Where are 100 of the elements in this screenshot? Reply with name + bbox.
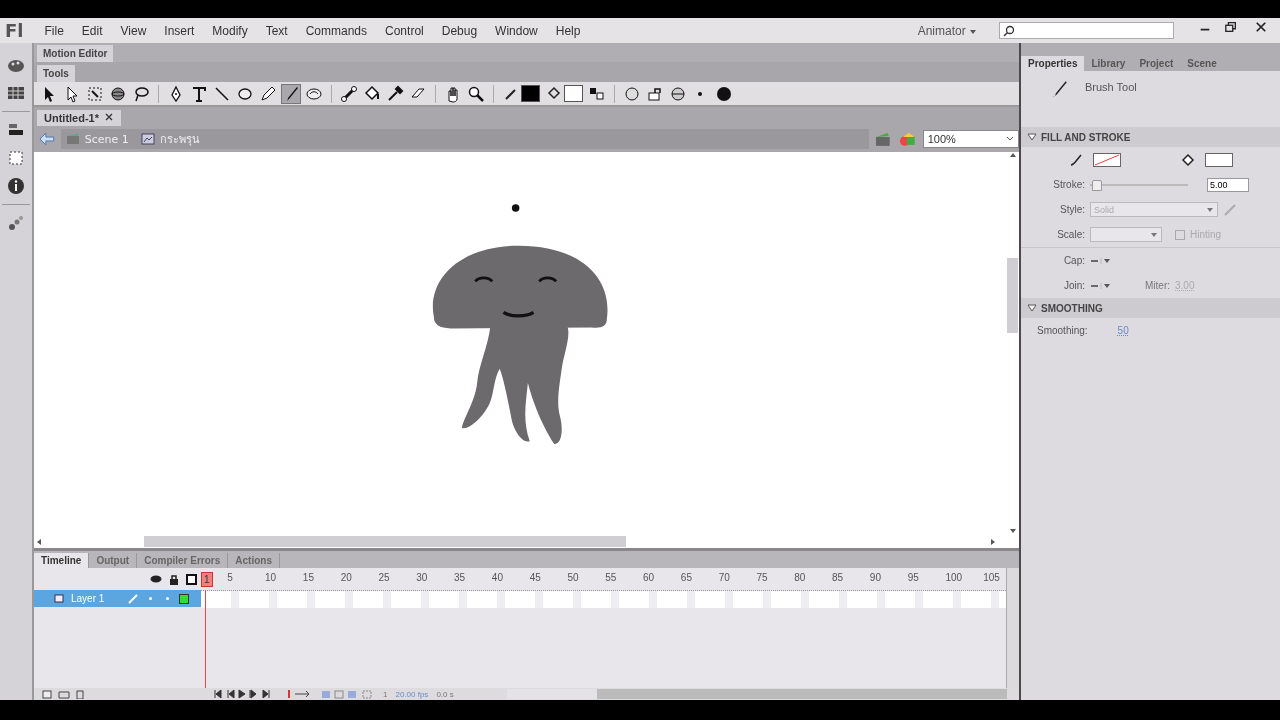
vertical-scrollbar[interactable] [1006,568,1019,688]
slider-thumb[interactable] [1091,179,1102,191]
workspace-dropdown[interactable]: Animator [917,23,977,38]
line-icon[interactable] [213,84,231,103]
pencil-icon [127,592,139,605]
panel-tab[interactable]: Tools [37,65,75,82]
panel-tab[interactable]: Scene [1180,56,1224,71]
outline-icon[interactable] [186,573,197,585]
lock-icon[interactable] [169,573,179,585]
scroll-thumb[interactable] [507,689,597,699]
back-arrow-icon[interactable] [39,132,55,146]
text-icon[interactable] [190,84,208,103]
playhead[interactable]: 1 [201,572,213,587]
brush-icon[interactable] [282,84,300,103]
new-folder-icon[interactable] [58,689,70,699]
current-frame: 1 [383,689,388,699]
scroll-down-icon[interactable] [1008,528,1017,534]
bone-icon[interactable] [340,84,358,103]
zoom-icon[interactable] [467,84,485,103]
frame-number: 100 [945,572,963,583]
color-swatch[interactable] [1093,152,1121,167]
frame-number: 25 [378,572,390,583]
horizontal-scrollbar[interactable] [507,689,1007,699]
field-label: Stroke: [1052,179,1085,190]
stroke-input[interactable]: 5.00 [1207,177,1249,192]
scene-icon [65,133,80,145]
motion-presets-icon[interactable] [6,213,26,233]
menu-item[interactable]: Help [546,23,590,38]
menu-item[interactable]: Insert [155,23,204,38]
lock-dot[interactable] [166,597,169,600]
expanded-icon [1027,133,1037,141]
brush-shape-icon[interactable] [715,84,733,103]
panel-tab[interactable]: Motion Editor [37,45,114,62]
frame-number: 75 [756,572,768,583]
eye-icon[interactable] [150,574,162,584]
frame-number: 65 [680,572,692,583]
frame-number: 45 [529,572,541,583]
frame-number: 30 [416,572,428,583]
join-dropdown[interactable] [1090,281,1112,290]
document-tab[interactable]: Untitled-1* [37,110,121,126]
hinting-checkbox[interactable] [1175,229,1185,240]
panel-tab[interactable]: Properties [1021,56,1085,71]
color-swatch[interactable] [1205,152,1233,167]
menu-item[interactable]: Commands [296,23,377,38]
new-layer-icon[interactable] [42,689,54,699]
menu-item[interactable]: Control [376,23,433,38]
layer-icon [54,593,65,604]
frame-number: 15 [302,572,314,583]
bucket-icon [1181,152,1195,167]
edit-symbols-icon[interactable] [899,131,917,147]
section-header[interactable]: FILL AND STROKE [1021,127,1280,147]
frame-number: 10 [265,572,277,583]
panel-tab[interactable]: Library [1084,56,1133,71]
frame-number: 20 [340,572,352,583]
field-label: Scale: [1056,229,1085,240]
menu-item[interactable]: View [111,23,156,38]
menu-item[interactable]: Edit [72,23,112,38]
caret-icon [969,28,977,35]
stroke-slider[interactable] [1090,178,1188,191]
frame-number: 5 [227,572,233,583]
frame-number: 105 [983,572,1000,583]
field-label: Cap: [1062,255,1085,266]
elapsed-time: 0.0 s [436,689,454,699]
lasso-icon[interactable] [132,84,150,103]
brush-mode-icon[interactable] [669,84,687,103]
field-label: Join: [1062,280,1085,291]
frame-number: 80 [794,572,806,583]
pencil-icon[interactable] [259,84,277,103]
rotate3d-icon[interactable] [109,84,127,103]
color-swatch[interactable] [521,85,540,102]
visibility-dot[interactable] [149,597,152,600]
caret-icon [1006,136,1014,142]
cap-dropdown[interactable] [1090,256,1112,265]
frame-number: 40 [491,572,503,583]
trash-icon[interactable] [74,689,86,699]
menu-item[interactable]: Debug [432,23,487,38]
panel-tab[interactable]: Project [1132,56,1181,71]
transform-icon[interactable] [86,84,104,103]
menu-item[interactable]: Text [256,23,297,38]
scroll-thumb[interactable] [1007,258,1018,333]
menu-item[interactable]: Window [486,23,547,38]
zoom-dropdown[interactable]: 100% [922,130,1019,148]
section-header[interactable]: SMOOTHING [1021,298,1280,318]
scroll-thumb[interactable] [144,536,626,547]
color-swatch[interactable] [564,85,583,102]
info-icon[interactable] [6,176,26,196]
frame-number: 35 [454,572,466,583]
frame-number: 55 [605,572,617,583]
layer-color[interactable] [179,593,189,604]
panel-tab[interactable]: Timeline [34,553,90,568]
menu-item[interactable]: Modify [203,23,257,38]
object-drawing-icon[interactable] [623,84,641,103]
frame-number: 85 [832,572,844,583]
menu-item[interactable]: File [35,23,73,38]
close-icon[interactable] [105,113,113,121]
pencil-icon [1069,152,1083,167]
bucket-icon[interactable] [363,84,381,103]
frame-number: 95 [907,572,919,583]
tool-name: Brush Tool [1085,81,1137,93]
search-field[interactable] [999,22,1174,39]
